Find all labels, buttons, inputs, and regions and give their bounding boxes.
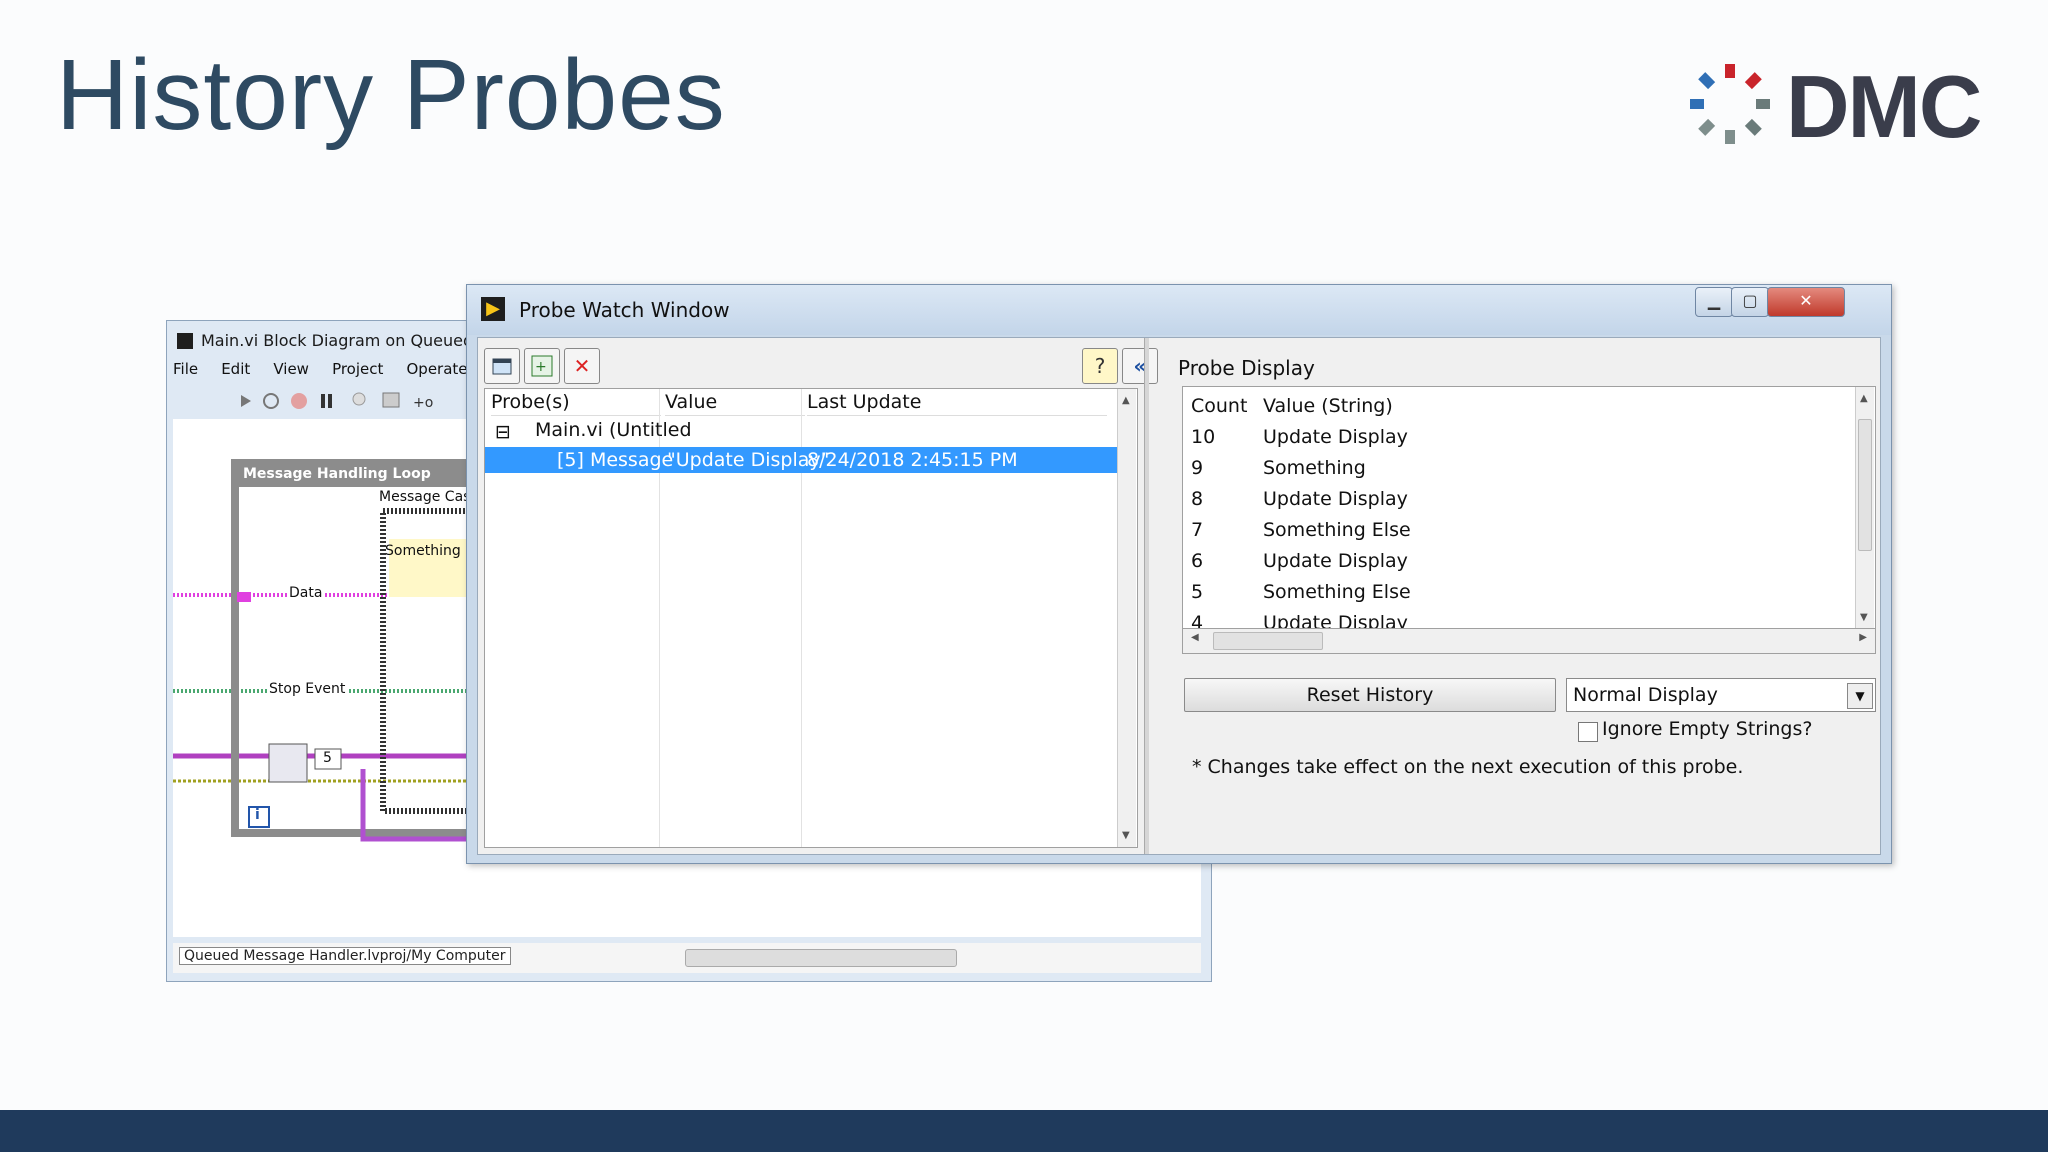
stop-event-label: Stop Event: [267, 681, 348, 697]
run-arrow-icon[interactable]: [241, 395, 251, 407]
note-text: * Changes take effect on the next execut…: [1192, 756, 1744, 778]
horizontal-scrollbar[interactable]: [685, 949, 957, 967]
probe-watch-window[interactable]: ▶ Probe Watch Window ▁ ▢ ✕ + ✕ ? « Probe…: [466, 284, 1892, 864]
tree-vertical-scrollbar[interactable]: ▲ ▼: [1117, 389, 1136, 847]
menu-file[interactable]: File: [173, 360, 198, 378]
history-value: Update Display: [1263, 426, 1408, 448]
history-row[interactable]: 4 Update Display: [1191, 608, 1841, 630]
minimize-button[interactable]: ▁: [1695, 287, 1733, 317]
history-value: Update Display: [1263, 612, 1408, 630]
run-continuous-icon[interactable]: [263, 393, 279, 409]
help-icon[interactable]: ?: [1082, 348, 1118, 384]
menu-edit[interactable]: Edit: [221, 360, 250, 378]
probe-display-label: Probe Display: [1178, 356, 1315, 380]
svg-text:+ο: +ο: [413, 395, 433, 411]
tree-parent-node[interactable]: Main.vi (Untitled: [535, 419, 692, 441]
probe-tree[interactable]: Probe(s) Value Last Update ⊟ Main.vi (Un…: [484, 388, 1138, 848]
history-value: Something: [1263, 457, 1366, 479]
history-value: Something Else: [1263, 519, 1411, 541]
history-count: 4: [1191, 612, 1204, 630]
history-row[interactable]: 8 Update Display: [1191, 484, 1841, 515]
menu-view[interactable]: View: [273, 360, 309, 378]
display-mode-dropdown[interactable]: Normal Display ▼: [1566, 678, 1876, 712]
tree-expand-icon[interactable]: ⊟: [495, 421, 511, 443]
history-count: 9: [1191, 457, 1204, 479]
display-mode-value: Normal Display: [1573, 684, 1718, 706]
dequeue-node[interactable]: [268, 743, 308, 783]
history-value: Update Display: [1263, 550, 1408, 572]
delete-probe-icon[interactable]: ✕: [564, 348, 600, 384]
abort-icon[interactable]: [291, 393, 307, 409]
scroll-down-icon: ▼: [1860, 612, 1868, 623]
col-value-string[interactable]: Value (String): [1263, 391, 1393, 422]
project-path: Queued Message Handler.lvproj/My Compute…: [179, 947, 511, 965]
menu-operate[interactable]: Operate: [406, 360, 467, 378]
history-vertical-scrollbar[interactable]: ▲ ▼: [1855, 387, 1874, 629]
loop-label: Message Handling Loop: [243, 466, 431, 482]
history-header: Count Value (String): [1191, 391, 1841, 422]
history-list[interactable]: Count Value (String) 10 Update Display 9 S…: [1182, 386, 1876, 630]
history-count: 8: [1191, 488, 1204, 510]
history-count: 7: [1191, 519, 1204, 541]
block-diagram-title: Main.vi Block Diagram on Queued Me: [201, 331, 502, 350]
probe-window-titlebar[interactable]: ▶ Probe Watch Window ▁ ▢ ✕: [467, 285, 1891, 335]
col-last-update[interactable]: Last Update: [807, 389, 1107, 416]
history-row[interactable]: 6 Update Display: [1191, 546, 1841, 577]
selected-probe-row[interactable]: [5] Message "Update Display" 8/24/2018 2…: [485, 447, 1121, 473]
history-value: Something Else: [1263, 581, 1411, 603]
svg-text:+: +: [535, 359, 547, 375]
labview-icon: [177, 333, 193, 349]
new-probe-icon[interactable]: [484, 348, 520, 384]
scroll-down-icon: ▼: [1122, 830, 1130, 841]
col-value[interactable]: Value: [665, 389, 805, 416]
panel-splitter[interactable]: [1144, 338, 1149, 854]
probe-window-body: + ✕ ? « Probe(s) Value Last Update ⊟ Mai…: [477, 337, 1881, 855]
step-into-icon[interactable]: +ο: [413, 395, 433, 411]
data-wire-label: Data: [287, 585, 325, 601]
highlight-execution-icon[interactable]: [352, 392, 366, 406]
history-row[interactable]: 5 Something Else: [1191, 577, 1841, 608]
history-row[interactable]: 7 Something Else: [1191, 515, 1841, 546]
maximize-button[interactable]: ▢: [1731, 287, 1769, 317]
scroll-up-icon: ▲: [1122, 395, 1130, 406]
probe-value: "Update Display": [667, 449, 830, 471]
history-count: 6: [1191, 550, 1204, 572]
close-button[interactable]: ✕: [1767, 287, 1845, 317]
scroll-up-icon: ▲: [1860, 393, 1868, 404]
history-count: 5: [1191, 581, 1204, 603]
history-count: 10: [1191, 426, 1216, 448]
case-label: Message Cas: [379, 489, 471, 505]
probe-name: [5] Message: [557, 449, 674, 471]
history-row[interactable]: 9 Something: [1191, 453, 1841, 484]
scroll-right-icon: ▶: [1859, 632, 1867, 643]
probe-last-update: 8/24/2018 2:45:15 PM: [807, 449, 1018, 471]
pause-icon[interactable]: [321, 394, 332, 408]
menu-project[interactable]: Project: [332, 360, 383, 378]
slide-title: History Probes: [56, 39, 726, 151]
scroll-left-icon: ◀: [1191, 632, 1199, 643]
logo-text: DMC: [1786, 57, 1982, 156]
chevron-down-icon[interactable]: ▼: [1847, 683, 1873, 709]
footer-bar: [0, 1110, 2048, 1152]
shift-register: [237, 592, 251, 602]
ignore-empty-checkbox[interactable]: [1578, 722, 1598, 742]
history-row[interactable]: 10 Update Display: [1191, 422, 1841, 453]
reset-history-button[interactable]: Reset History: [1184, 678, 1556, 712]
history-value: Update Display: [1263, 488, 1408, 510]
scroll-thumb: [1858, 419, 1872, 551]
labview-run-icon: ▶: [481, 297, 505, 321]
retain-wire-values-icon[interactable]: [382, 392, 400, 408]
history-horizontal-scrollbar[interactable]: ◀ ▶: [1182, 628, 1876, 654]
probe-window-title: Probe Watch Window: [519, 298, 730, 322]
constant-value: 5: [323, 750, 332, 766]
add-probe-icon[interactable]: +: [524, 348, 560, 384]
ignore-empty-label: Ignore Empty Strings?: [1602, 718, 1813, 740]
col-count[interactable]: Count: [1191, 391, 1247, 422]
iteration-label: i: [255, 807, 260, 823]
status-bar: Queued Message Handler.lvproj/My Compute…: [173, 943, 1201, 973]
col-probes[interactable]: Probe(s): [491, 389, 661, 416]
case-value: Something: [385, 543, 461, 559]
scroll-thumb: [1213, 632, 1323, 650]
collapse-panel-icon[interactable]: «: [1122, 348, 1158, 384]
